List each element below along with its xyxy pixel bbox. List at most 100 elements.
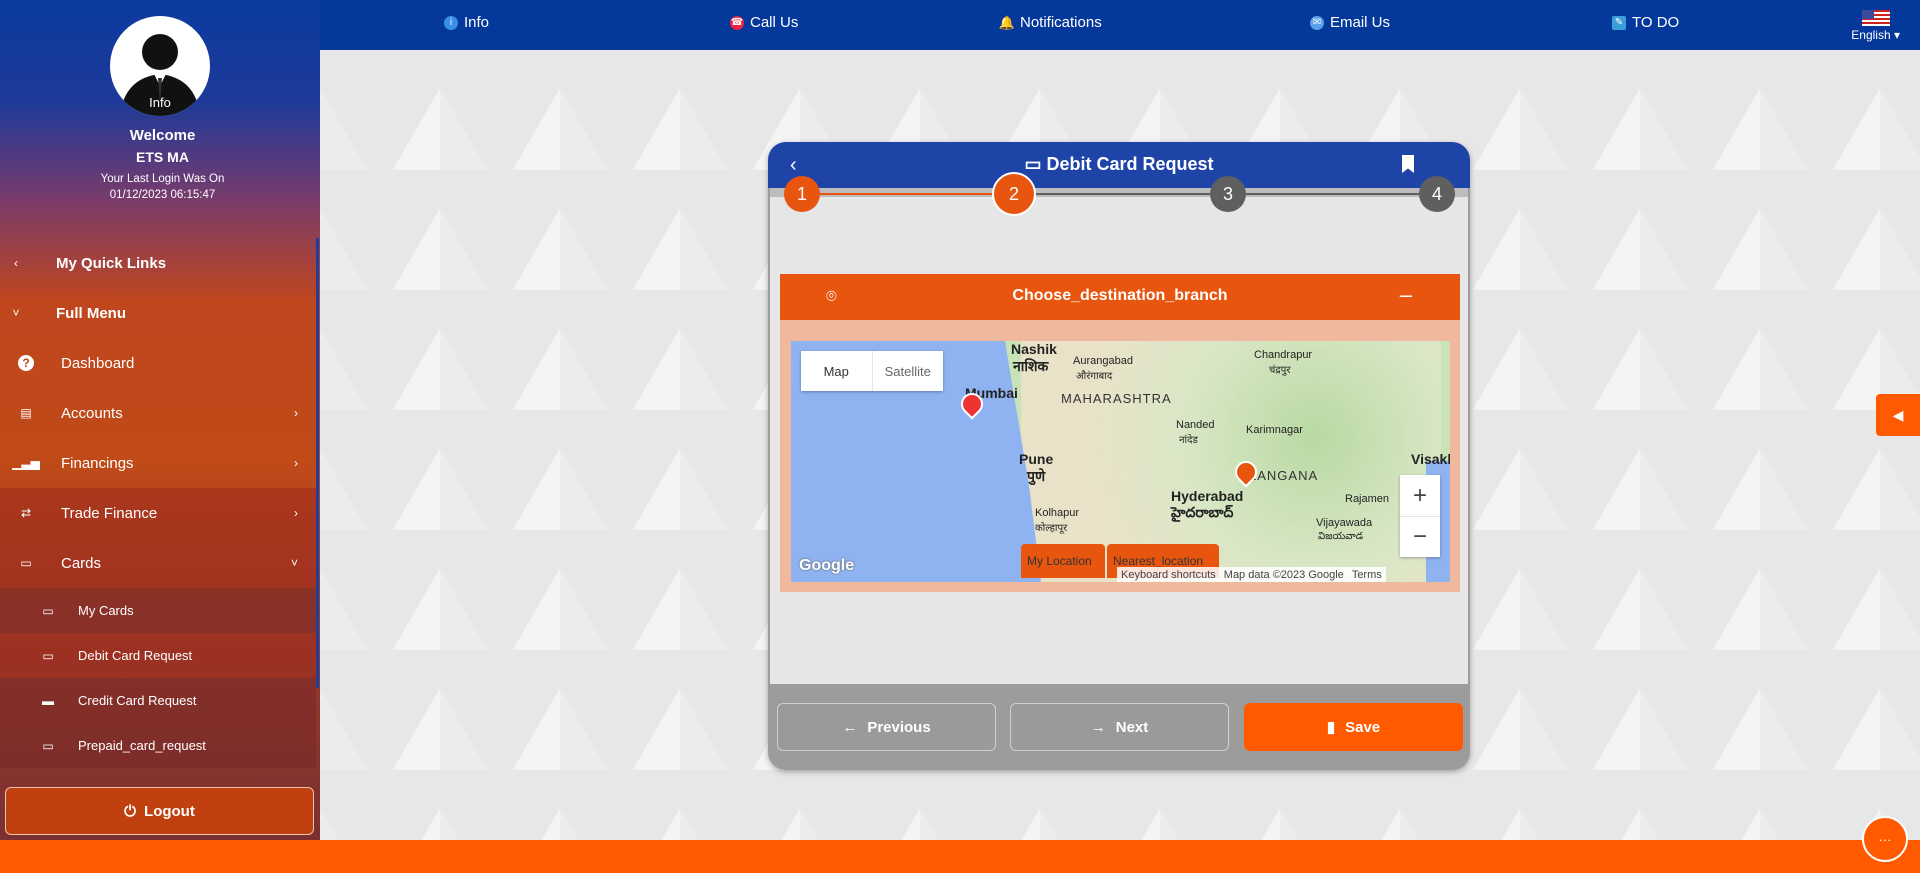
- chevron-down-icon: ˅: [12, 306, 20, 320]
- sidebar-item-credit-card-request[interactable]: ▬ Credit Card Request: [0, 678, 316, 723]
- map-data-text: Map data ©2023 Google: [1223, 568, 1344, 581]
- bell-icon: 🔔: [998, 14, 1016, 30]
- sidebar-item-label: Financings: [61, 454, 134, 472]
- google-logo: Google: [799, 557, 855, 574]
- sidebar-item-quick-links[interactable]: ‹ My Quick Links: [0, 238, 316, 288]
- footer-band: [0, 840, 1920, 873]
- chat-button[interactable]: ···: [1862, 816, 1908, 862]
- my-location-button[interactable]: My Location: [1021, 544, 1105, 578]
- previous-button[interactable]: ← Previous: [777, 703, 996, 751]
- sidebar-item-label: Debit Card Request: [78, 648, 193, 663]
- map-label-aurangabad: Aurangabad: [1073, 355, 1133, 367]
- sidebar-menu: ‹ My Quick Links ˅ Full Menu ? Dashboard…: [0, 238, 320, 770]
- chevron-right-icon: ›: [294, 456, 298, 470]
- sidebar: Info Welcome ETS MA Your Last Login Was …: [0, 0, 320, 840]
- topbar-call-us-label: Call Us: [750, 14, 799, 31]
- chart-icon: ▁▃▅: [12, 456, 40, 470]
- sidebar-item-accounts[interactable]: ▤ Accounts ›: [0, 388, 316, 438]
- handshake-icon: ⇄: [20, 506, 32, 520]
- previous-label: Previous: [867, 718, 931, 736]
- caret-left-icon: ◀: [1892, 406, 1904, 423]
- card-icon: ▭: [1024, 154, 1042, 174]
- topbar-email-us-label: Email Us: [1330, 14, 1391, 31]
- map-label-nanded: Nanded: [1176, 419, 1215, 431]
- collapse-icon[interactable]: –: [1400, 282, 1412, 308]
- card-icon: ▭: [42, 603, 54, 618]
- credit-card-icon: ▬: [42, 693, 54, 708]
- map-type-map-button[interactable]: Map: [801, 351, 872, 391]
- sidebar-item-debit-card-request[interactable]: ▭ Debit Card Request: [0, 633, 316, 678]
- map-attribution: Keyboard shortcuts Map data ©2023 Google…: [1117, 567, 1386, 582]
- map-label-pune: Pune: [1019, 451, 1054, 467]
- map-label-nashik: Nashik: [1011, 341, 1057, 357]
- topbar-todo[interactable]: ✎ TO DO: [1612, 14, 1679, 31]
- sidebar-item-financings[interactable]: ▁▃▅ Financings ›: [0, 438, 316, 488]
- step-1[interactable]: 1: [784, 176, 820, 212]
- map-type-satellite-button[interactable]: Satellite: [871, 351, 944, 391]
- map-label-vijayawada-te: విజయవాడ: [1318, 531, 1364, 542]
- keyboard-shortcuts-link[interactable]: Keyboard shortcuts: [1121, 569, 1216, 581]
- us-flag-icon: [1861, 10, 1890, 26]
- terms-link[interactable]: Terms: [1352, 569, 1382, 581]
- mail-icon: ✉: [1310, 15, 1324, 30]
- sidebar-item-label: Prepaid_card_request: [78, 738, 206, 753]
- branch-panel-header[interactable]: ⌾ Choose_destination_branch –: [780, 274, 1460, 320]
- sidebar-item-label: Trade Finance: [61, 504, 158, 522]
- topbar-info[interactable]: i Info: [444, 14, 489, 31]
- topbar-call-us[interactable]: ☎ Call Us: [730, 14, 798, 31]
- topbar-notifications[interactable]: 🔔 Notifications: [998, 14, 1102, 31]
- map-label-vijayawada: Vijayawada: [1316, 517, 1373, 529]
- topbar-info-label: Info: [464, 14, 490, 31]
- step-connector: [1032, 193, 1228, 195]
- next-label: Next: [1115, 718, 1149, 736]
- map-label-chandrapur: Chandrapur: [1254, 349, 1313, 361]
- map-label-pune-hi: पुणे: [1027, 468, 1046, 484]
- step-2[interactable]: 2: [992, 172, 1036, 216]
- step-connector: [802, 193, 1014, 195]
- map-label-aurangabad-hi: औरंगाबाद: [1076, 371, 1113, 382]
- sidebar-item-cards[interactable]: ▭ Cards ˅: [0, 538, 316, 588]
- avatar-label: Info: [149, 95, 171, 110]
- map-label-hyderabad: Hyderabad: [1171, 488, 1244, 504]
- topbar-todo-label: TO DO: [1632, 14, 1680, 31]
- sidebar-item-full-menu[interactable]: ˅ Full Menu: [0, 288, 316, 338]
- map-label-visakh: Visakl: [1411, 451, 1450, 467]
- zoom-in-button[interactable]: +: [1400, 475, 1440, 516]
- chat-icon: ···: [1878, 831, 1892, 847]
- language-selector[interactable]: English ▾: [1851, 10, 1900, 42]
- side-panel-toggle[interactable]: ◀: [1876, 394, 1920, 436]
- zoom-out-button[interactable]: −: [1400, 516, 1440, 557]
- sidebar-item-label: My Cards: [78, 603, 134, 618]
- avatar[interactable]: Info: [110, 16, 210, 116]
- topbar-email-us[interactable]: ✉ Email Us: [1310, 14, 1390, 31]
- todo-icon: ✎: [1612, 15, 1626, 30]
- agent-icon: ☎: [730, 15, 744, 30]
- map-label-chandrapur-hi: चंद्रपुर: [1269, 365, 1291, 376]
- arrow-left-icon: ←: [842, 718, 858, 736]
- map-label-rajahmundry: Rajamen: [1345, 493, 1390, 505]
- card-title-text: Debit Card Request: [1046, 154, 1214, 174]
- next-button[interactable]: → Next: [1010, 703, 1229, 751]
- sidebar-item-prepaid-card-request[interactable]: ▭ Prepaid_card_request: [0, 723, 316, 768]
- top-bar: i Info ☎ Call Us 🔔 Notifications ✉ Email…: [320, 0, 1920, 50]
- sidebar-item-label: Full Menu: [56, 304, 126, 322]
- map-label-kolhapur-hi: कोल्हापूर: [1035, 523, 1068, 534]
- step-connector: [1246, 193, 1422, 195]
- sidebar-item-trade-finance[interactable]: ⇄ Trade Finance ›: [0, 488, 316, 538]
- sidebar-item-label: My Quick Links: [56, 254, 167, 272]
- logout-button[interactable]: ⏻ Logout: [5, 787, 314, 835]
- step-3[interactable]: 3: [1210, 176, 1246, 212]
- map-label-nanded-hi: नांदेड: [1179, 435, 1198, 446]
- zoom-control: + −: [1400, 475, 1440, 557]
- card-header: ‹ ▭ Debit Card Request: [768, 142, 1470, 188]
- sidebar-item-dashboard[interactable]: ? Dashboard: [0, 338, 316, 388]
- sidebar-item-my-cards[interactable]: ▭ My Cards: [0, 588, 316, 633]
- save-button[interactable]: ▮ Save: [1244, 703, 1463, 751]
- map-label-hyderabad-te: హైదరాబాద్: [1171, 504, 1234, 520]
- caret-down-icon: ▾: [1893, 28, 1900, 42]
- accounts-icon: ▤: [20, 406, 32, 420]
- sidebar-item-label: Cards: [61, 554, 102, 572]
- sidebar-item-label: Credit Card Request: [78, 693, 197, 708]
- step-4[interactable]: 4: [1419, 176, 1455, 212]
- card-title: ▭ Debit Card Request: [768, 154, 1470, 175]
